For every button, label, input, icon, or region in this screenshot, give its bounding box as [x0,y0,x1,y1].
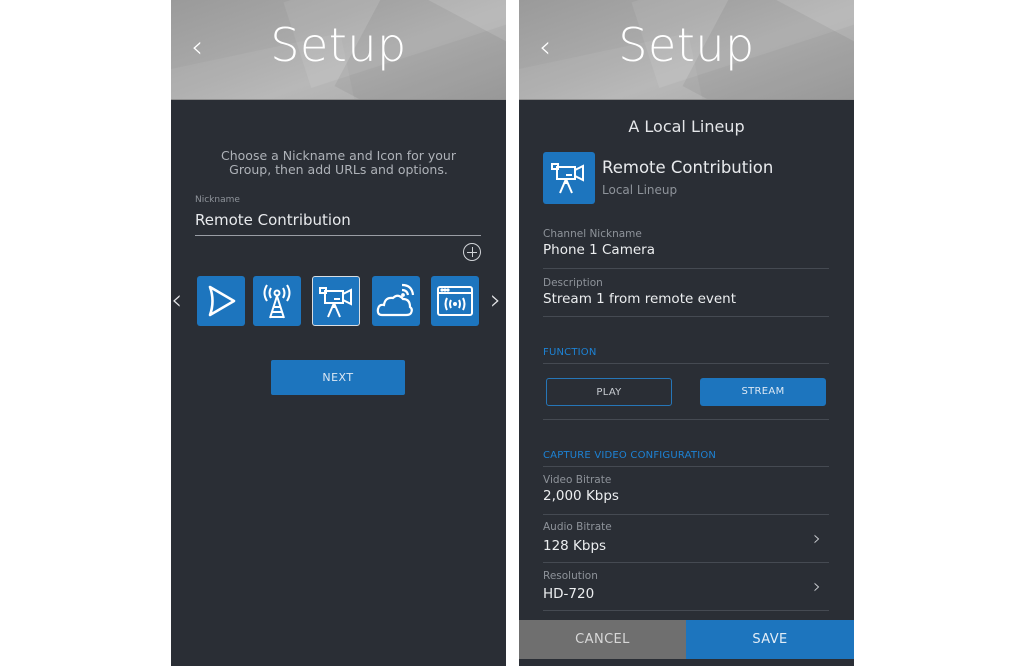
chevron-left-icon: ‹ [171,283,183,316]
nickname-underline [195,235,481,236]
resolution-value[interactable]: HD-720 [543,586,594,602]
nickname-input[interactable]: Remote Contribution [195,211,351,229]
next-button[interactable]: NEXT [271,360,405,395]
cancel-button[interactable]: CANCEL [519,620,686,659]
icon-option-video-camera[interactable] [312,276,360,326]
carousel-next-button[interactable]: › [490,282,501,318]
chevron-right-icon: › [813,574,821,598]
video-camera-icon [551,163,584,194]
icon-option-play[interactable] [197,276,245,326]
divider [543,562,829,563]
capture-config-heading: CAPTURE VIDEO CONFIGURATION [543,450,717,461]
resolution-chevron[interactable]: › [813,574,821,598]
channel-nickname-label: Channel Nickname [543,228,642,240]
divider [543,316,829,317]
icon-option-web-stream[interactable] [431,276,479,326]
instructions-text: Choose a Nickname and Icon for your Grou… [221,148,456,177]
page-title: Setup [270,18,407,72]
group-subtitle: Local Lineup [602,183,678,197]
channel-nickname-input[interactable]: Phone 1 Camera [543,242,655,258]
audio-bitrate-label: Audio Bitrate [543,521,612,533]
page-title: Setup [618,18,755,72]
cloud-signal-icon [376,283,415,317]
group-name: Remote Contribution [602,158,774,177]
icon-option-broadcast[interactable] [253,276,301,326]
stream-button[interactable]: STREAM [700,378,826,406]
setup-screen-nickname: ‹ Setup Choose a Nickname and Icon for y… [171,0,506,666]
setup-screen-channel: ‹ Setup A Local Lineup Remote Contributi… [519,0,854,666]
carousel-prev-button[interactable]: ‹ [171,282,182,318]
chevron-right-icon: › [490,283,502,316]
description-label: Description [543,277,603,289]
resolution-label: Resolution [543,570,598,582]
play-button[interactable]: PLAY [546,378,672,406]
video-bitrate-label: Video Bitrate [543,474,612,486]
header: ‹ Setup [519,0,854,100]
lineup-title: A Local Lineup [628,117,745,136]
divider [543,268,829,269]
video-camera-icon [319,287,352,318]
chevron-right-icon: › [813,526,821,550]
audio-bitrate-chevron[interactable]: › [813,526,821,550]
icon-option-cloud[interactable] [372,276,420,326]
video-bitrate-value[interactable]: 2,000 Kbps [543,488,619,504]
group-icon-tile [543,152,595,204]
header: ‹ Setup [171,0,506,100]
web-stream-icon [437,286,473,316]
divider [543,419,829,420]
plus-circle-icon[interactable] [463,243,481,261]
divider [543,363,829,364]
description-input[interactable]: Stream 1 from remote event [543,291,736,307]
divider [543,610,829,611]
save-button[interactable]: SAVE [686,620,854,659]
function-heading: FUNCTION [543,347,597,358]
broadcast-tower-icon [263,284,291,319]
audio-bitrate-value[interactable]: 128 Kbps [543,538,606,554]
nickname-label: Nickname [195,195,240,205]
play-icon [208,285,236,317]
divider [543,466,829,467]
divider [543,514,829,515]
